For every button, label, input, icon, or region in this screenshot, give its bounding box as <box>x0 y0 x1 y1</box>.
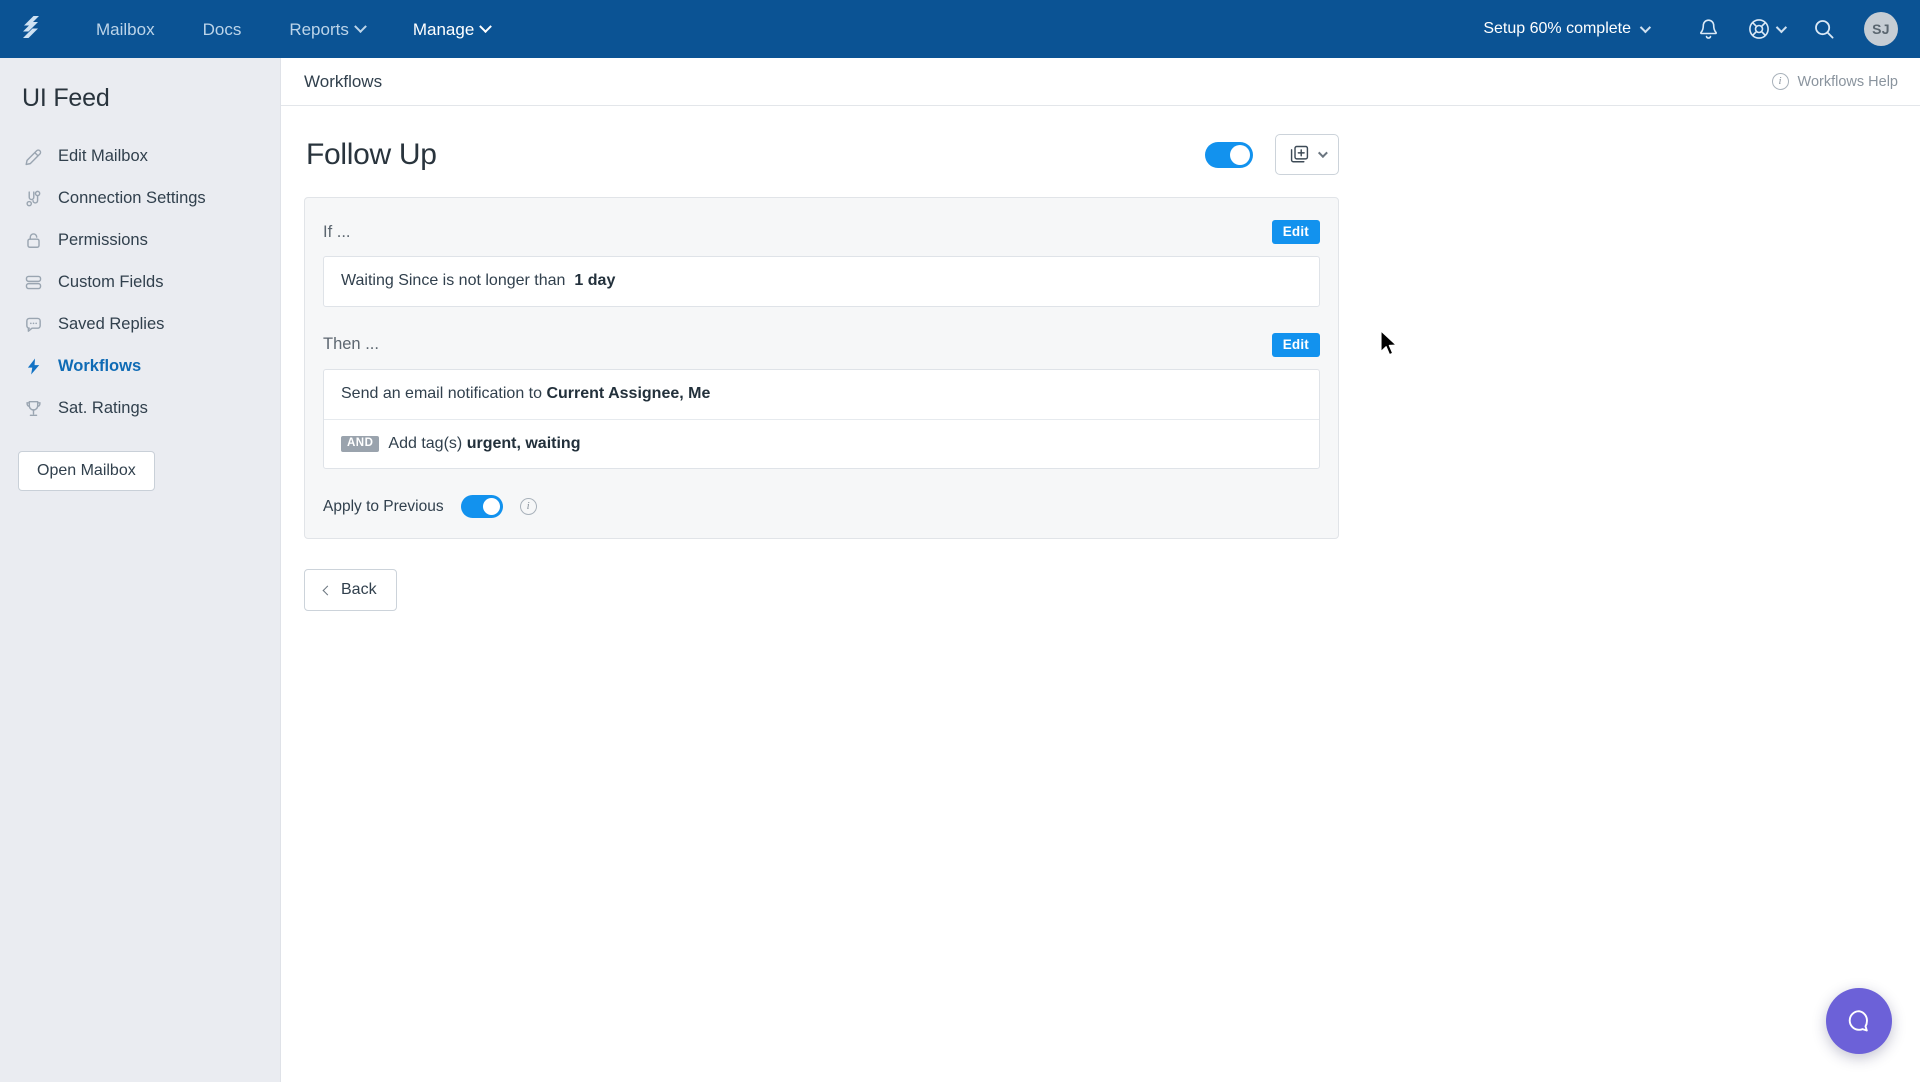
action-value: Current Assignee, Me <box>546 384 711 402</box>
chevron-down-icon <box>479 19 493 33</box>
pencil-icon <box>22 145 44 167</box>
chevron-down-icon <box>1639 21 1652 34</box>
toggle-knob <box>1230 144 1250 165</box>
sidebar-item-label: Custom Fields <box>58 272 164 291</box>
edit-actions-button[interactable]: Edit <box>1271 332 1320 357</box>
then-section-header: Then ... Edit <box>323 329 1320 369</box>
back-button[interactable]: Back <box>304 569 397 612</box>
sidebar-item-label: Permissions <box>58 230 148 249</box>
primary-nav-links: Mailbox Docs Reports Manage <box>72 13 514 46</box>
nav-link-label: Docs <box>202 19 242 39</box>
lock-icon <box>22 229 44 251</box>
workflow-header: Follow Up <box>304 134 1339 175</box>
content-header: Workflows i Workflows Help <box>281 58 1920 106</box>
workflows-help-label: Workflows Help <box>1797 73 1898 90</box>
chevron-left-icon <box>322 585 333 596</box>
condition-value: 1 day <box>574 272 616 289</box>
nav-link-mailbox[interactable]: Mailbox <box>72 13 179 46</box>
workflow-editor: Follow Up If ... Edit Waiting Since is n… <box>281 106 1920 612</box>
open-mailbox-button[interactable]: Open Mailbox <box>18 451 155 491</box>
main-content: Workflows i Workflows Help Follow Up If … <box>281 58 1920 1082</box>
apply-to-previous-label: Apply to Previous <box>323 497 444 515</box>
nav-link-label: Reports <box>289 19 349 39</box>
chevron-down-icon <box>353 19 367 33</box>
lifesaver-icon <box>1749 19 1769 39</box>
chat-bubble-icon <box>22 313 44 335</box>
setup-progress-label: Setup 60% complete <box>1483 20 1631 37</box>
condition-text: Waiting Since is not longer than <box>341 272 566 289</box>
toggle-knob <box>482 498 500 516</box>
lightning-bolt-icon <box>22 355 44 377</box>
sidebar-item-permissions[interactable]: Permissions <box>0 219 280 261</box>
duplicate-workflow-button[interactable] <box>1275 134 1339 175</box>
nav-link-label: Mailbox <box>96 19 155 39</box>
page-shell: UI Feed Edit Mailbox Connection Settings <box>0 58 1920 1082</box>
info-circle-icon: i <box>1771 73 1789 90</box>
nav-link-reports[interactable]: Reports <box>265 13 389 46</box>
avatar[interactable]: SJ <box>1864 12 1898 46</box>
sidebar-item-label: Sat. Ratings <box>58 398 148 417</box>
support-menu-button[interactable] <box>1734 7 1798 51</box>
trophy-icon <box>22 397 44 419</box>
sidebar-item-edit-mailbox[interactable]: Edit Mailbox <box>0 135 280 177</box>
action-value: urgent, waiting <box>466 434 581 452</box>
sidebar-item-connection-settings[interactable]: Connection Settings <box>0 177 280 219</box>
sidebar: UI Feed Edit Mailbox Connection Settings <box>0 58 281 1082</box>
apply-to-previous-row: Apply to Previous i <box>323 491 1320 538</box>
workflow-enabled-toggle[interactable] <box>1205 141 1253 168</box>
sidebar-item-label: Saved Replies <box>58 314 165 333</box>
conditions-box: Waiting Since is not longer than 1 day <box>323 256 1320 307</box>
back-button-label: Back <box>341 581 377 599</box>
then-label: Then ... <box>323 335 379 354</box>
support-beacon-button[interactable] <box>1826 988 1892 1054</box>
connection-icon <box>22 187 44 209</box>
top-navigation-bar: Mailbox Docs Reports Manage Setup 60% co… <box>0 0 1920 58</box>
action-text: Send an email notification to <box>341 384 547 402</box>
nav-link-label: Manage <box>412 19 475 39</box>
sidebar-item-label: Workflows <box>58 356 142 375</box>
and-badge: AND <box>341 435 380 453</box>
sidebar-item-label: Edit Mailbox <box>58 146 148 165</box>
search-icon <box>1815 20 1834 39</box>
sidebar-item-saved-replies[interactable]: Saved Replies <box>0 303 280 345</box>
sidebar-item-label: Connection Settings <box>58 188 206 207</box>
action-row[interactable]: Send an email notification to Current As… <box>324 370 1319 419</box>
nav-link-docs[interactable]: Docs <box>179 13 266 46</box>
page-title: Workflows <box>304 71 383 91</box>
info-circle-icon[interactable]: i <box>519 498 537 516</box>
sidebar-item-sat-ratings[interactable]: Sat. Ratings <box>0 387 280 429</box>
if-label: If ... <box>323 222 351 241</box>
helpscout-logo-icon[interactable] <box>14 12 48 46</box>
workflows-help-link[interactable]: i Workflows Help <box>1771 73 1898 90</box>
search-button[interactable] <box>1798 7 1850 51</box>
sidebar-item-workflows[interactable]: Workflows <box>0 345 280 387</box>
bell-icon <box>1699 18 1717 39</box>
workflow-card: If ... Edit Waiting Since is not longer … <box>304 197 1339 540</box>
nav-link-manage[interactable]: Manage <box>389 13 514 46</box>
fields-icon <box>22 271 44 293</box>
action-row[interactable]: AND Add tag(s) urgent, waiting <box>324 418 1319 469</box>
edit-conditions-button[interactable]: Edit <box>1271 220 1320 244</box>
workflow-name: Follow Up <box>306 137 437 171</box>
sidebar-item-custom-fields[interactable]: Custom Fields <box>0 261 280 303</box>
apply-to-previous-toggle[interactable] <box>460 495 503 519</box>
notifications-button[interactable] <box>1682 7 1734 51</box>
sidebar-mailbox-name: UI Feed <box>22 84 110 112</box>
actions-box: Send an email notification to Current As… <box>323 368 1320 470</box>
avatar-initials: SJ <box>1872 21 1890 37</box>
chevron-down-icon <box>1775 21 1788 34</box>
if-section-header: If ... Edit <box>323 216 1320 256</box>
setup-progress-menu[interactable]: Setup 60% complete <box>1471 14 1660 44</box>
action-text: Add tag(s) <box>388 434 467 452</box>
condition-row[interactable]: Waiting Since is not longer than 1 day <box>324 257 1319 306</box>
workflow-header-actions <box>1205 134 1339 175</box>
nav-right-cluster: Setup 60% complete SJ <box>1471 7 1898 51</box>
duplicate-add-icon <box>1290 145 1309 163</box>
chat-bubble-icon <box>1848 1010 1868 1032</box>
chevron-down-icon <box>1317 148 1328 159</box>
